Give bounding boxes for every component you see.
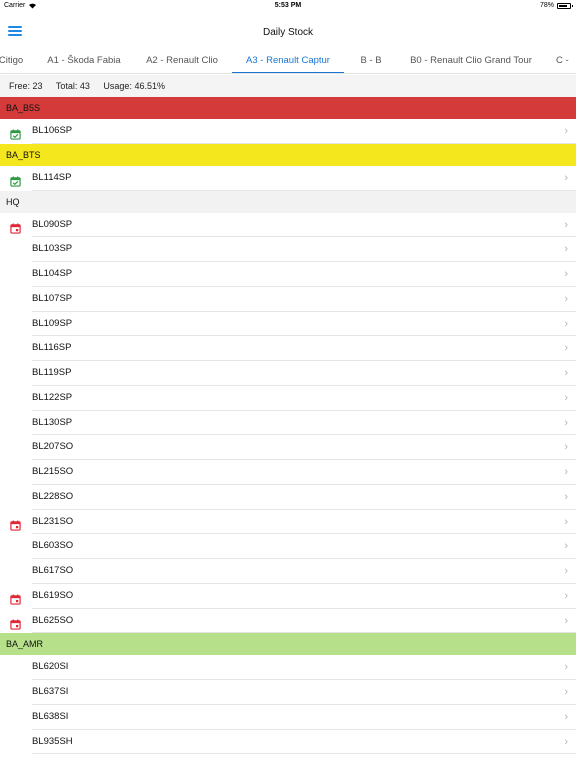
chevron-right-icon: ›	[564, 589, 568, 602]
vehicle-code: BL090SP	[32, 218, 73, 230]
list-item[interactable]: BL638SI ›	[0, 705, 576, 730]
section-header-ba-amr: BA_AMR	[0, 633, 576, 656]
calendar-icon	[10, 220, 21, 234]
list-item[interactable]: BL603SO ›	[0, 534, 576, 559]
vehicle-code: BL215SO	[32, 466, 74, 477]
chevron-right-icon: ›	[564, 490, 568, 503]
list-item[interactable]: BL619SO ›	[0, 584, 576, 609]
list-item[interactable]: BL130SP ›	[0, 411, 576, 436]
section-header-hq: HQ	[0, 190, 576, 213]
tab-citigo[interactable]: Citigo	[0, 48, 26, 73]
clock: 5:53 PM	[274, 2, 302, 9]
list-item[interactable]: BL103SP ›	[0, 237, 576, 262]
list-item[interactable]: BL935SH ›	[0, 730, 576, 755]
vehicle-code: BL104SP	[32, 268, 73, 279]
chevron-right-icon: ›	[564, 391, 568, 404]
battery-percent: 78%	[539, 2, 554, 9]
vehicle-code: BL625SO	[32, 614, 74, 626]
chevron-right-icon: ›	[564, 125, 568, 137]
list-item[interactable]: BL228SO ›	[0, 485, 576, 510]
tab-a2-renault-clio[interactable]: A2 - Renault Clio	[143, 48, 221, 73]
chevron-right-icon: ›	[564, 441, 568, 454]
navigation-bar: Daily Stock	[0, 12, 576, 48]
battery-indicator: 78%	[539, 2, 573, 9]
free-count: Free: 23	[9, 81, 43, 91]
chevron-right-icon: ›	[564, 686, 568, 698]
chevron-right-icon: ›	[564, 466, 568, 478]
vehicle-code: BL130SP	[32, 416, 73, 428]
chevron-right-icon: ›	[564, 218, 568, 231]
list-item[interactable]: BL119SP ›	[0, 361, 576, 386]
usage-percent: Usage: 46.51%	[103, 81, 165, 91]
vehicle-code: BL114SP	[32, 171, 72, 183]
chevron-right-icon: ›	[564, 661, 568, 674]
chevron-right-icon: ›	[564, 342, 568, 355]
calendar-check-icon	[10, 126, 21, 140]
vehicle-code: BL106SP	[32, 125, 73, 136]
tab-a3-renault-captur[interactable]: A3 - Renault Captur	[232, 48, 344, 73]
vehicle-code: BL119SP	[32, 367, 72, 378]
stock-summary: Free: 23 Total: 43 Usage: 46.51%	[0, 75, 576, 97]
list-item[interactable]: BL109SP ›	[0, 312, 576, 337]
chevron-right-icon: ›	[564, 515, 568, 528]
tab-bar: Citigo A1 - Škoda Fabia A2 - Renault Cli…	[0, 48, 576, 74]
list-item[interactable]: BL114SP ›	[0, 166, 576, 191]
calendar-icon	[10, 616, 21, 630]
chevron-right-icon: ›	[564, 565, 568, 577]
list-item[interactable]: BL116SP ›	[0, 336, 576, 361]
vehicle-code: BL617SO	[32, 565, 74, 576]
vehicle-code: BL231SO	[32, 515, 74, 527]
list-item[interactable]: BL637SI ›	[0, 680, 576, 705]
vehicle-code: BL637SI	[32, 686, 69, 697]
vehicle-code: BL122SP	[32, 391, 73, 403]
chevron-right-icon: ›	[564, 171, 568, 184]
list-item[interactable]: BL617SO ›	[0, 559, 576, 584]
vehicle-code: BL619SO	[32, 589, 74, 601]
battery-icon	[557, 2, 573, 9]
list-item[interactable]: BL104SP ›	[0, 262, 576, 287]
chevron-right-icon: ›	[564, 614, 568, 627]
calendar-check-icon	[10, 173, 21, 187]
list-item[interactable]: BL620SI ›	[0, 655, 576, 680]
vehicle-code: BL935SH	[32, 735, 73, 747]
chevron-right-icon: ›	[564, 268, 568, 280]
tab-b0-renault-clio-grand-tour[interactable]: B0 - Renault Clio Grand Tour	[407, 48, 535, 73]
calendar-icon	[10, 591, 21, 605]
section-header-ba-b5s: BA_B5S	[0, 97, 576, 119]
section-header-ba-bts: BA_BTS	[0, 143, 576, 166]
list-item[interactable]: BL090SP ›	[0, 213, 576, 238]
chevron-right-icon: ›	[564, 243, 568, 256]
chevron-right-icon: ›	[564, 292, 568, 305]
list-item[interactable]: BL107SP ›	[0, 287, 576, 312]
vehicle-code: BL638SI	[32, 710, 69, 722]
tab-c[interactable]: C -	[556, 48, 576, 73]
total-count: Total: 43	[55, 81, 90, 91]
vehicle-code: BL116SP	[32, 342, 72, 354]
list-item[interactable]: BL625SO ›	[0, 609, 576, 634]
vehicle-code: BL103SP	[32, 243, 73, 255]
vehicle-list: BA_B5S BL106SP › BA_BTS BL114SP › HQ BL090SP › BL…	[0, 97, 576, 768]
list-item[interactable]: BL122SP ›	[0, 386, 576, 411]
list-item[interactable]: BL106SP ›	[0, 119, 576, 144]
list-item[interactable]: BL207SO ›	[0, 435, 576, 460]
chevron-right-icon: ›	[564, 317, 568, 330]
list-item[interactable]: BL231SO ›	[0, 510, 576, 535]
chevron-right-icon: ›	[564, 540, 568, 553]
chevron-right-icon: ›	[564, 416, 568, 429]
vehicle-code: BL228SO	[32, 490, 74, 502]
tab-b-b[interactable]: B - B	[357, 48, 385, 73]
chevron-right-icon: ›	[564, 735, 568, 748]
vehicle-code: BL620SI	[32, 661, 69, 673]
chevron-right-icon: ›	[564, 367, 568, 379]
vehicle-code: BL603SO	[32, 540, 74, 552]
status-bar: Carrier 5:53 PM 78%	[0, 0, 576, 12]
page-title: Daily Stock	[262, 27, 313, 38]
list-item[interactable]: BL215SO ›	[0, 460, 576, 485]
vehicle-code: BL107SP	[32, 292, 73, 304]
tab-a1-skoda-fabia[interactable]: A1 - Škoda Fabia	[44, 48, 124, 73]
calendar-icon	[10, 517, 21, 531]
chevron-right-icon: ›	[564, 710, 568, 723]
vehicle-code: BL207SO	[32, 441, 74, 453]
vehicle-code: BL109SP	[32, 317, 73, 329]
